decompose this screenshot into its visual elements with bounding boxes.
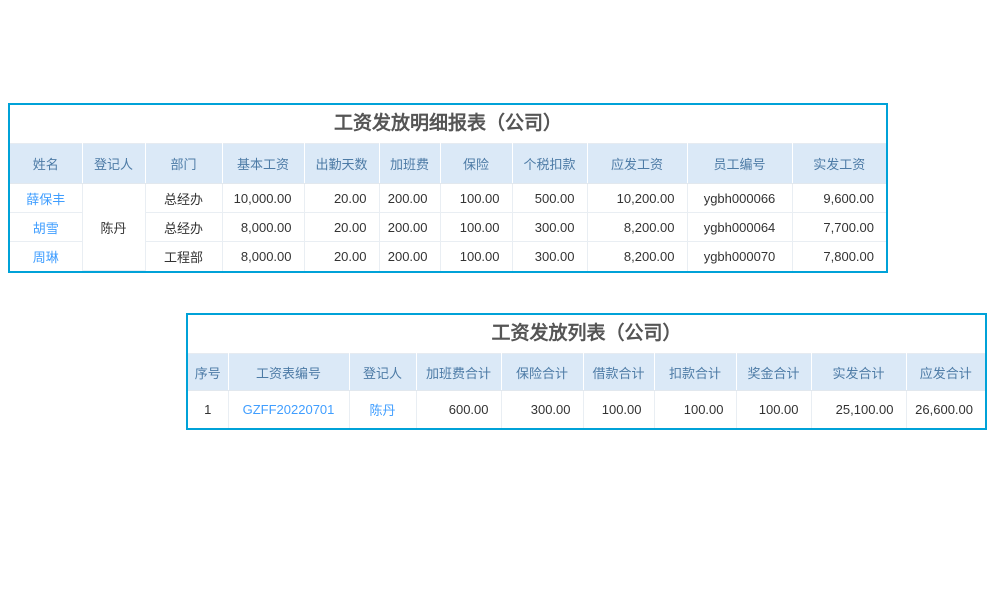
list-header-row: 序号 工资表编号 登记人 加班费合计 保险合计 借款合计 扣款合计 奖金合计 实… <box>188 354 985 391</box>
employee-id-cell: ygbh000066 <box>687 184 792 213</box>
col-header-overtime-total: 加班费合计 <box>416 354 501 391</box>
col-header-bonus-total: 奖金合计 <box>736 354 811 391</box>
col-header-payable-total: 应发合计 <box>906 354 985 391</box>
deduction-total-cell: 100.00 <box>654 391 736 428</box>
salary-detail-report: 工资发放明细报表（公司） 姓名 登记人 部门 基本工资 出勤天数 加班费 保险 … <box>8 103 888 273</box>
attendance-days-cell: 20.00 <box>304 242 379 271</box>
col-header-overtime-pay: 加班费 <box>379 144 440 184</box>
salary-list-report: 工资发放列表（公司） 序号 工资表编号 登记人 加班费合计 保险合计 借款合计 … <box>186 313 987 430</box>
actual-salary-cell: 9,600.00 <box>792 184 886 213</box>
salary-list-table: 序号 工资表编号 登记人 加班费合计 保险合计 借款合计 扣款合计 奖金合计 实… <box>188 353 985 428</box>
index-cell: 1 <box>188 391 228 428</box>
col-header-department: 部门 <box>145 144 222 184</box>
overtime-pay-cell: 200.00 <box>379 213 440 242</box>
attendance-days-cell: 20.00 <box>304 213 379 242</box>
payroll-id-link[interactable]: GZFF20220701 <box>228 391 349 428</box>
insurance-cell: 100.00 <box>440 242 512 271</box>
department-cell: 总经办 <box>145 184 222 213</box>
insurance-total-cell: 300.00 <box>501 391 583 428</box>
base-salary-cell: 10,000.00 <box>222 184 304 213</box>
col-header-attendance-days: 出勤天数 <box>304 144 379 184</box>
bonus-total-cell: 100.00 <box>736 391 811 428</box>
tax-deduction-cell: 300.00 <box>512 242 587 271</box>
payable-salary-cell: 8,200.00 <box>587 242 687 271</box>
payable-salary-cell: 8,200.00 <box>587 213 687 242</box>
col-header-insurance-total: 保险合计 <box>501 354 583 391</box>
actual-total-cell: 25,100.00 <box>811 391 906 428</box>
detail-header-row: 姓名 登记人 部门 基本工资 出勤天数 加班费 保险 个税扣款 应发工资 员工编… <box>10 144 886 184</box>
col-header-loan-total: 借款合计 <box>583 354 654 391</box>
col-header-registrar: 登记人 <box>82 144 145 184</box>
salary-detail-table: 姓名 登记人 部门 基本工资 出勤天数 加班费 保险 个税扣款 应发工资 员工编… <box>10 143 886 271</box>
payable-salary-cell: 10,200.00 <box>587 184 687 213</box>
employee-id-cell: ygbh000064 <box>687 213 792 242</box>
overtime-pay-cell: 200.00 <box>379 242 440 271</box>
base-salary-cell: 8,000.00 <box>222 242 304 271</box>
employee-name-link[interactable]: 周琳 <box>10 242 82 271</box>
col-header-payroll-id: 工资表编号 <box>228 354 349 391</box>
detail-report-title: 工资发放明细报表（公司） <box>10 105 886 143</box>
list-report-title: 工资发放列表（公司） <box>188 315 985 353</box>
base-salary-cell: 8,000.00 <box>222 213 304 242</box>
col-header-actual-total: 实发合计 <box>811 354 906 391</box>
col-header-deduction-total: 扣款合计 <box>654 354 736 391</box>
col-header-name: 姓名 <box>10 144 82 184</box>
col-header-employee-id: 员工编号 <box>687 144 792 184</box>
overtime-pay-cell: 200.00 <box>379 184 440 213</box>
table-row: 1 GZFF20220701 陈丹 600.00 300.00 100.00 1… <box>188 391 985 428</box>
employee-id-cell: ygbh000070 <box>687 242 792 271</box>
actual-salary-cell: 7,800.00 <box>792 242 886 271</box>
col-header-actual-salary: 实发工资 <box>792 144 886 184</box>
registrar-cell: 陈丹 <box>82 184 145 271</box>
col-header-registrar: 登记人 <box>349 354 416 391</box>
insurance-cell: 100.00 <box>440 213 512 242</box>
registrar-link[interactable]: 陈丹 <box>349 391 416 428</box>
department-cell: 工程部 <box>145 242 222 271</box>
table-row: 薛保丰 陈丹 总经办 10,000.00 20.00 200.00 100.00… <box>10 184 886 213</box>
employee-name-link[interactable]: 胡雪 <box>10 213 82 242</box>
department-cell: 总经办 <box>145 213 222 242</box>
employee-name-link[interactable]: 薛保丰 <box>10 184 82 213</box>
loan-total-cell: 100.00 <box>583 391 654 428</box>
tax-deduction-cell: 300.00 <box>512 213 587 242</box>
col-header-base-salary: 基本工资 <box>222 144 304 184</box>
payable-total-cell: 26,600.00 <box>906 391 985 428</box>
col-header-insurance: 保险 <box>440 144 512 184</box>
tax-deduction-cell: 500.00 <box>512 184 587 213</box>
actual-salary-cell: 7,700.00 <box>792 213 886 242</box>
insurance-cell: 100.00 <box>440 184 512 213</box>
col-header-payable-salary: 应发工资 <box>587 144 687 184</box>
overtime-total-cell: 600.00 <box>416 391 501 428</box>
col-header-tax-deduction: 个税扣款 <box>512 144 587 184</box>
col-header-index: 序号 <box>188 354 228 391</box>
attendance-days-cell: 20.00 <box>304 184 379 213</box>
